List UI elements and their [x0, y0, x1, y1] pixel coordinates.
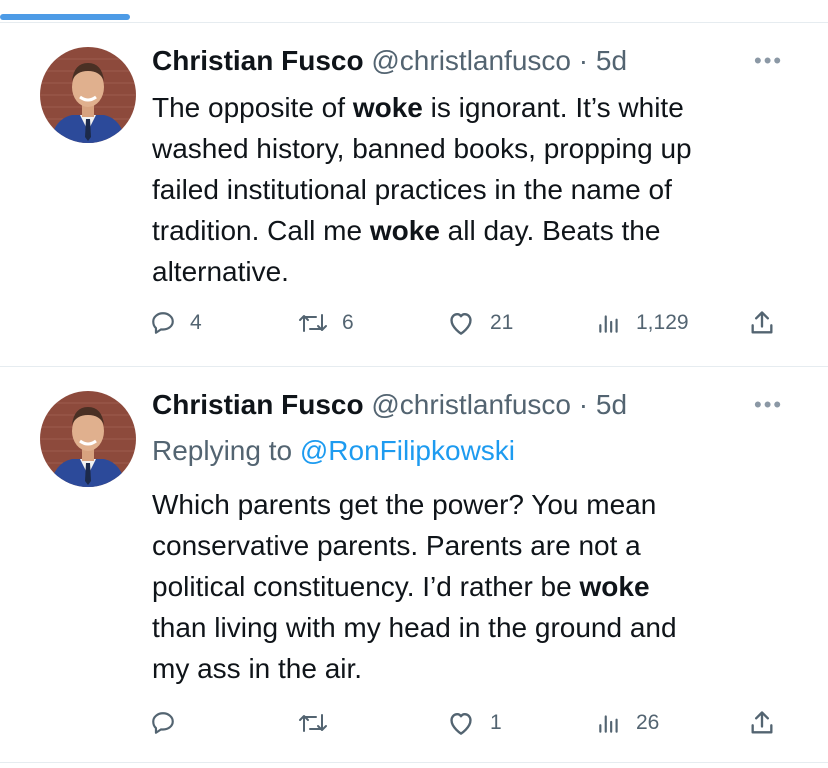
tweet-text: Which parents get the power? You mean co…: [152, 484, 792, 689]
more-icon[interactable]: •••: [754, 50, 786, 72]
tweet-text: The opposite of woke is ignorant. It’s w…: [152, 87, 792, 292]
like-button[interactable]: 21: [446, 306, 513, 340]
like-button[interactable]: 1: [446, 706, 502, 740]
separator: ·: [578, 389, 589, 420]
reply-count: 4: [190, 311, 202, 334]
share-icon: [748, 709, 776, 737]
views-icon: [596, 710, 622, 736]
retweet-button[interactable]: [298, 706, 342, 740]
reply-button[interactable]: 4: [150, 306, 202, 340]
replying-to: Replying to @RonFilipkowski: [152, 433, 515, 469]
like-count: 21: [490, 311, 514, 334]
text-run: than living with my head in the ground a…: [152, 612, 677, 684]
replying-to-label: Replying to: [152, 435, 300, 466]
share-icon: [748, 309, 776, 337]
more-icon[interactable]: •••: [754, 394, 786, 416]
author-handle[interactable]: @christlanfusco: [371, 389, 571, 420]
reply-button[interactable]: [150, 706, 190, 740]
replying-to-handle[interactable]: @RonFilipkowski: [300, 435, 515, 466]
views-button[interactable]: 26: [596, 706, 659, 740]
timestamp[interactable]: 5d: [596, 45, 627, 76]
views-button[interactable]: 1,129: [596, 306, 689, 340]
share-button[interactable]: [748, 306, 776, 340]
timestamp[interactable]: 5d: [596, 389, 627, 420]
like-icon: [446, 310, 476, 336]
like-count: 1: [490, 711, 502, 734]
bold-text-run: woke: [579, 571, 650, 602]
bold-text-run: woke: [369, 215, 440, 246]
author-handle[interactable]: @christlanfusco: [371, 45, 571, 76]
action-bar: 1 26: [150, 706, 790, 740]
tweet-1[interactable]: Christian Fusco @christlanfusco · 5d •••…: [0, 23, 828, 367]
retweet-icon: [298, 310, 328, 336]
avatar[interactable]: [40, 391, 136, 487]
author-name[interactable]: Christian Fusco: [152, 389, 364, 420]
separator: ·: [578, 45, 589, 76]
share-button[interactable]: [748, 706, 776, 740]
text-run: The opposite of: [152, 92, 353, 123]
retweet-count: 6: [342, 311, 354, 334]
views-count: 1,129: [636, 311, 689, 334]
reply-icon: [150, 710, 176, 736]
tab-indicator: [0, 14, 130, 20]
tweet-2[interactable]: Christian Fusco @christlanfusco · 5d •••…: [0, 367, 828, 763]
tweet-header: Christian Fusco @christlanfusco · 5d: [152, 387, 627, 423]
author-name[interactable]: Christian Fusco: [152, 45, 364, 76]
tweet-header: Christian Fusco @christlanfusco · 5d: [152, 43, 627, 79]
bold-text-run: woke: [352, 92, 423, 123]
avatar[interactable]: [40, 47, 136, 143]
like-icon: [446, 710, 476, 736]
views-icon: [596, 310, 622, 336]
action-bar: 4 6 21 1,129: [150, 306, 790, 340]
reply-icon: [150, 310, 176, 336]
views-count: 26: [636, 711, 660, 734]
retweet-icon: [298, 710, 328, 736]
retweet-button[interactable]: 6: [298, 306, 354, 340]
